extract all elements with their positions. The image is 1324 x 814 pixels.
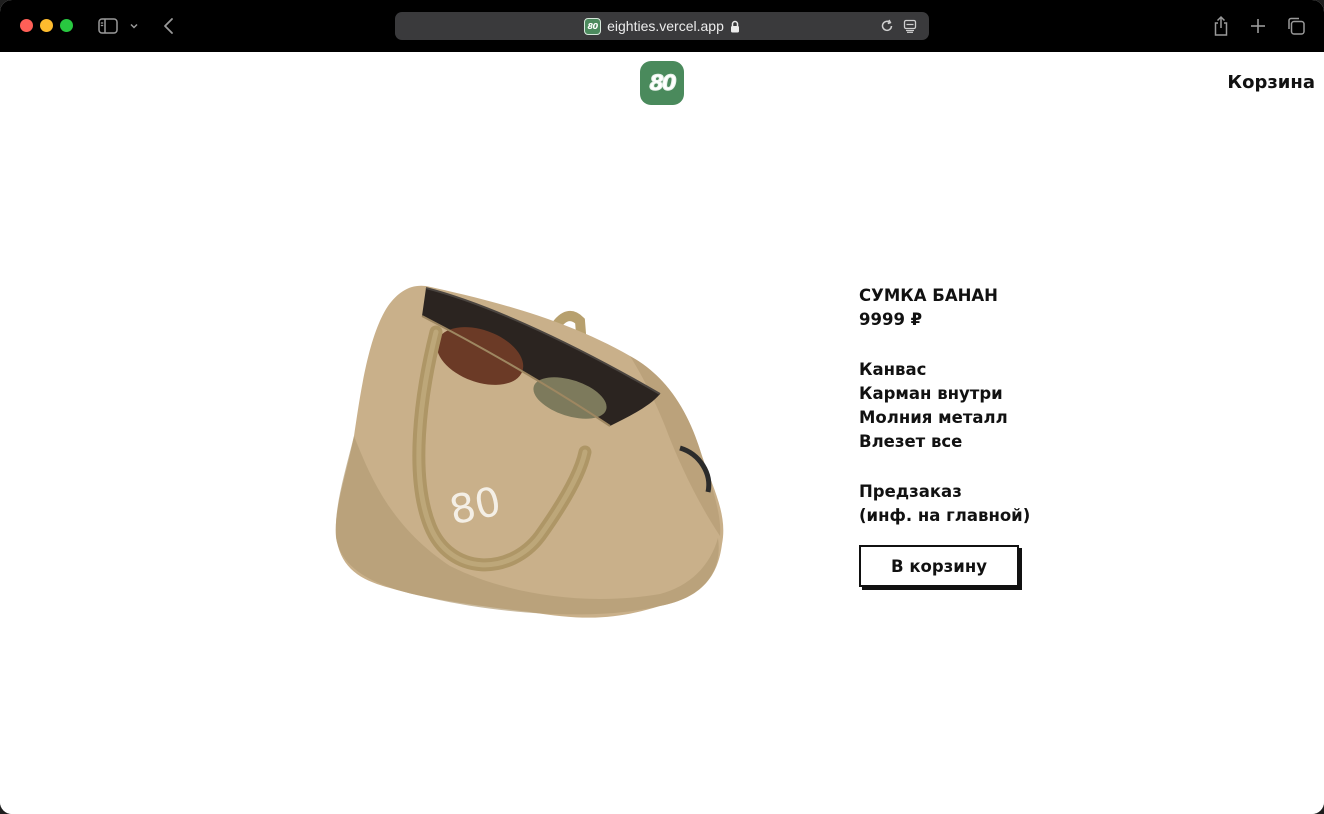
preorder-note: (инф. на главной): [859, 506, 1031, 525]
sidebar-icon[interactable]: [96, 14, 120, 38]
feature-item: Влезет все: [859, 432, 963, 451]
plus-icon[interactable]: [1247, 14, 1269, 38]
product-name: СУМКА БАНАН: [859, 286, 998, 305]
lock-icon: [730, 20, 740, 33]
product-info: СУМКА БАНАН 9999 ₽ Канвас Карман внутри …: [859, 284, 1159, 528]
add-to-cart-button[interactable]: В корзину: [859, 545, 1019, 587]
browser-window: 80 eighties.vercel.app 80 Корзина 80 СУМ…: [0, 0, 1324, 814]
chevron-down-icon[interactable]: [127, 14, 141, 38]
feature-item: Карман внутри: [859, 384, 1003, 403]
address-bar[interactable]: 80 eighties.vercel.app: [395, 12, 929, 40]
zoom-window-button[interactable]: [60, 19, 73, 32]
cart-link[interactable]: Корзина: [1227, 72, 1315, 93]
site-logo[interactable]: 80: [640, 61, 684, 105]
close-window-button[interactable]: [20, 19, 33, 32]
url-text[interactable]: eighties.vercel.app: [607, 18, 724, 34]
reader-icon[interactable]: [902, 18, 918, 34]
feature-item: Канвас: [859, 360, 927, 379]
tabs-overview-icon[interactable]: [1284, 14, 1308, 38]
product-price: 9999 ₽: [859, 310, 923, 329]
reload-icon[interactable]: [879, 18, 895, 34]
share-icon[interactable]: [1210, 14, 1232, 38]
preorder-status: Предзаказ: [859, 482, 962, 501]
browser-toolbar: 80 eighties.vercel.app: [0, 0, 1324, 52]
back-arrow-icon[interactable]: [160, 14, 178, 38]
site-favicon: 80: [584, 17, 602, 35]
feature-item: Молния металл: [859, 408, 1008, 427]
minimize-window-button[interactable]: [40, 19, 53, 32]
product-image: 80: [335, 285, 724, 618]
page-content: 80 Корзина 80 СУМКА БАНАН 9999 ₽ Канвас …: [0, 52, 1324, 814]
